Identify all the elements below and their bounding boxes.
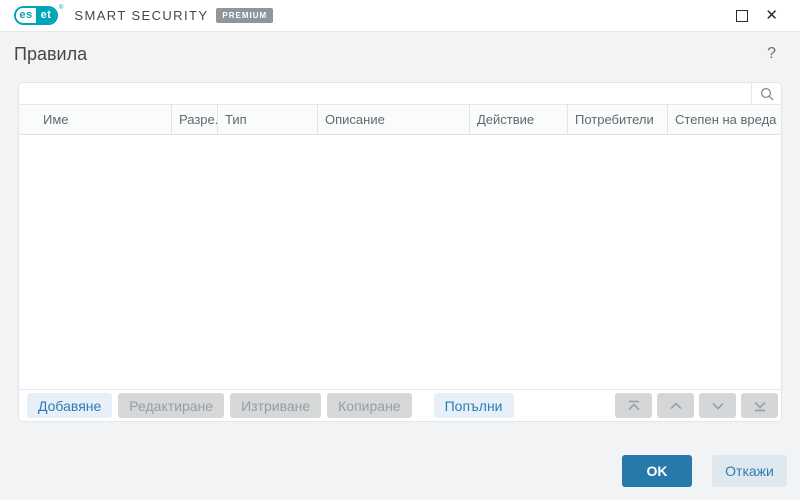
copy-button[interactable]: Копиране (327, 393, 411, 418)
titlebar: es et ® SMART SECURITY PREMIUM ✕ (0, 0, 800, 32)
move-to-top-icon (626, 400, 642, 412)
column-header-action[interactable]: Действие (470, 105, 568, 134)
move-button-group (615, 393, 778, 418)
delete-button[interactable]: Изтриване (230, 393, 321, 418)
ok-button[interactable]: OK (622, 455, 692, 487)
toolbar: Добавяне Редактиране Изтриване Копиране … (19, 389, 781, 421)
search-button[interactable] (751, 83, 781, 104)
page-header: Правила ? (0, 32, 800, 76)
edit-button[interactable]: Редактиране (118, 393, 224, 418)
eset-logo-oval: es et (14, 6, 58, 25)
fill-button[interactable]: Попълни (434, 393, 514, 418)
eset-logo: es et ® (14, 6, 63, 25)
column-header-description[interactable]: Описание (318, 105, 470, 134)
product-name: SMART SECURITY (74, 8, 208, 23)
edition-badge: PREMIUM (216, 8, 273, 23)
move-up-icon (668, 400, 684, 412)
close-icon[interactable]: ✕ (765, 8, 778, 23)
page-title: Правила (14, 44, 87, 65)
column-header-name[interactable]: Име (19, 105, 172, 134)
move-to-bottom-icon (752, 400, 768, 412)
move-to-bottom-button[interactable] (741, 393, 778, 418)
move-down-icon (710, 400, 726, 412)
cancel-button[interactable]: Откажи (712, 455, 787, 487)
add-button[interactable]: Добавяне (27, 393, 112, 418)
move-to-top-button[interactable] (615, 393, 652, 418)
search-icon (760, 87, 774, 101)
move-up-button[interactable] (657, 393, 694, 418)
search-bar (19, 83, 781, 105)
help-icon[interactable]: ? (767, 45, 776, 63)
rules-table-body (19, 135, 781, 389)
column-header-allowed[interactable]: Разре... (172, 105, 218, 134)
column-header-severity[interactable]: Степен на вреда (668, 105, 781, 134)
dialog-footer: OK Откажи (0, 422, 800, 500)
search-input[interactable] (19, 83, 751, 104)
eset-logo-right: et (36, 8, 56, 23)
maximize-icon[interactable] (736, 10, 748, 22)
rules-panel: Име Разре... Тип Описание Действие Потре… (18, 82, 782, 422)
window-controls: ✕ (736, 8, 800, 23)
column-header-users[interactable]: Потребители (568, 105, 668, 134)
column-header-type[interactable]: Тип (218, 105, 318, 134)
table-header: Име Разре... Тип Описание Действие Потре… (19, 105, 781, 135)
trademark-mark: ® (59, 5, 63, 11)
move-down-button[interactable] (699, 393, 736, 418)
eset-logo-left: es (16, 8, 36, 23)
